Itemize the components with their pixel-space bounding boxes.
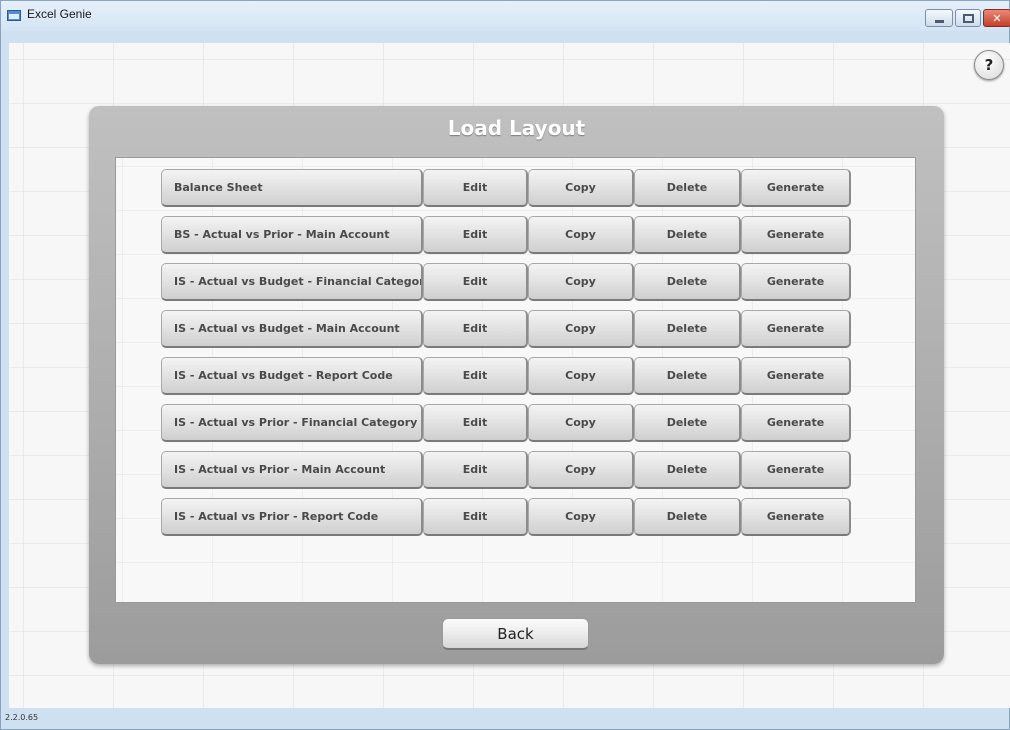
layout-name: IS - Actual vs Budget - Financial Catego… — [161, 263, 423, 301]
copy-button[interactable]: Copy — [528, 404, 634, 442]
layout-name: Balance Sheet — [161, 169, 423, 207]
layout-name: IS - Actual vs Prior - Financial Categor… — [161, 404, 423, 442]
edit-button[interactable]: Edit — [423, 310, 528, 348]
edit-button[interactable]: Edit — [423, 216, 528, 254]
generate-button[interactable]: Generate — [741, 263, 851, 301]
app-icon — [7, 10, 21, 21]
edit-button[interactable]: Edit — [423, 357, 528, 395]
edit-button[interactable]: Edit — [423, 451, 528, 489]
layout-row: IS - Actual vs Budget - Main Account Edi… — [161, 310, 851, 348]
layout-name: BS - Actual vs Prior - Main Account — [161, 216, 423, 254]
delete-button[interactable]: Delete — [634, 498, 741, 536]
maximize-button[interactable] — [955, 9, 981, 27]
copy-button[interactable]: Copy — [528, 216, 634, 254]
generate-button[interactable]: Generate — [741, 404, 851, 442]
generate-button[interactable]: Generate — [741, 216, 851, 254]
load-layout-panel: Load Layout Balance Sheet Edit Copy Dele… — [89, 106, 944, 664]
app-window: Excel Genie ✕ ? Load Layout Balance Shee… — [0, 0, 1010, 730]
layout-name: IS - Actual vs Budget - Main Account — [161, 310, 423, 348]
layout-row: IS - Actual vs Prior - Financial Categor… — [161, 404, 851, 442]
delete-button[interactable]: Delete — [634, 357, 741, 395]
edit-button[interactable]: Edit — [423, 498, 528, 536]
copy-button[interactable]: Copy — [528, 310, 634, 348]
delete-button[interactable]: Delete — [634, 404, 741, 442]
edit-button[interactable]: Edit — [423, 263, 528, 301]
generate-button[interactable]: Generate — [741, 310, 851, 348]
layout-name: IS - Actual vs Prior - Main Account — [161, 451, 423, 489]
layout-list: Balance Sheet Edit Copy Delete Generate … — [115, 157, 916, 603]
layout-name: IS - Actual vs Prior - Report Code — [161, 498, 423, 536]
edit-button[interactable]: Edit — [423, 404, 528, 442]
generate-button[interactable]: Generate — [741, 357, 851, 395]
minimize-button[interactable] — [925, 9, 953, 27]
back-button[interactable]: Back — [442, 618, 589, 650]
window-title: Excel Genie — [27, 7, 92, 21]
copy-button[interactable]: Copy — [528, 169, 634, 207]
delete-button[interactable]: Delete — [634, 451, 741, 489]
layout-row: IS - Actual vs Budget - Report Code Edit… — [161, 357, 851, 395]
layout-name: IS - Actual vs Budget - Report Code — [161, 357, 423, 395]
version-label: 2.2.0.65 — [5, 713, 39, 722]
layout-row: IS - Actual vs Prior - Main Account Edit… — [161, 451, 851, 489]
delete-button[interactable]: Delete — [634, 310, 741, 348]
delete-button[interactable]: Delete — [634, 216, 741, 254]
copy-button[interactable]: Copy — [528, 357, 634, 395]
copy-button[interactable]: Copy — [528, 451, 634, 489]
close-button[interactable]: ✕ — [983, 9, 1010, 27]
edit-button[interactable]: Edit — [423, 169, 528, 207]
panel-title: Load Layout — [447, 116, 586, 140]
layout-row: IS - Actual vs Prior - Report Code Edit … — [161, 498, 851, 536]
generate-button[interactable]: Generate — [741, 451, 851, 489]
delete-button[interactable]: Delete — [634, 169, 741, 207]
layout-row: BS - Actual vs Prior - Main Account Edit… — [161, 216, 851, 254]
copy-button[interactable]: Copy — [528, 498, 634, 536]
generate-button[interactable]: Generate — [741, 169, 851, 207]
help-button[interactable]: ? — [974, 50, 1004, 80]
title-bar: Excel Genie ✕ — [1, 1, 1010, 31]
copy-button[interactable]: Copy — [528, 263, 634, 301]
generate-button[interactable]: Generate — [741, 498, 851, 536]
delete-button[interactable]: Delete — [634, 263, 741, 301]
layout-row: IS - Actual vs Budget - Financial Catego… — [161, 263, 851, 301]
layout-row: Balance Sheet Edit Copy Delete Generate — [161, 169, 851, 207]
